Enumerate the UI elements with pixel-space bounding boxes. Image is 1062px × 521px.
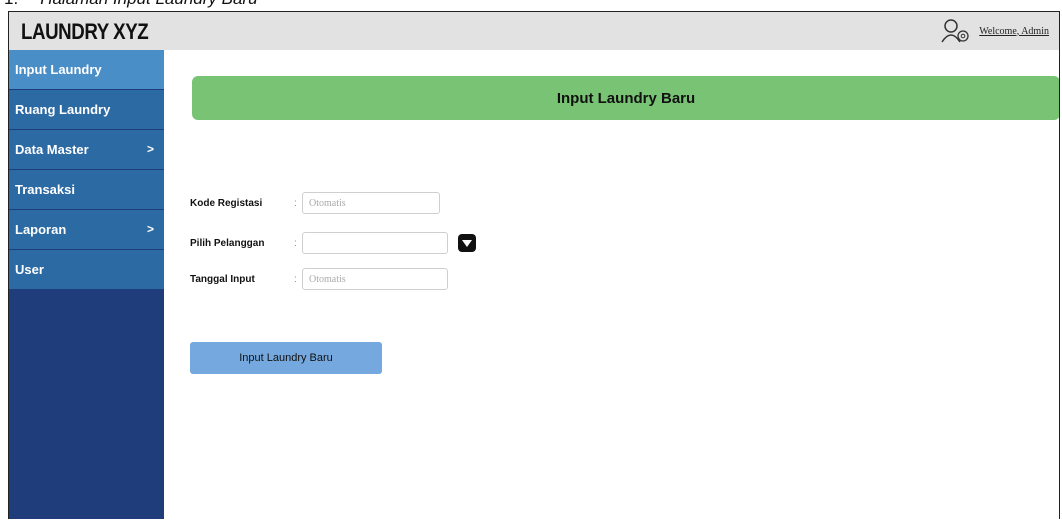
sidebar-item-laporan[interactable]: Laporan > xyxy=(9,210,164,250)
tanggal-input-label: Tanggal Input xyxy=(190,273,255,285)
form-row-tanggal: Tanggal Input : xyxy=(190,266,448,292)
main-content: Input Laundry Baru Kode Registasi : Pili… xyxy=(164,50,1059,519)
pilih-pelanggan-select[interactable] xyxy=(302,232,448,254)
caption-number: 1. xyxy=(4,0,18,8)
colon: : xyxy=(294,197,297,209)
pilih-pelanggan-label: Pilih Pelanggan xyxy=(190,237,265,249)
sidebar-item-label: User xyxy=(15,262,44,277)
sidebar-item-input-laundry[interactable]: Input Laundry xyxy=(9,50,164,90)
caption-text: Halaman Input Laundry Baru xyxy=(40,0,257,8)
kode-registasi-input[interactable] xyxy=(302,192,440,214)
top-bar: LAUNDRY XYZ Welcome, Admin xyxy=(9,12,1059,50)
sidebar-item-data-master[interactable]: Data Master > xyxy=(9,130,164,170)
chevron-right-icon: > xyxy=(146,222,154,236)
sidebar-item-label: Transaksi xyxy=(15,182,75,197)
brand-logo: LAUNDRY XYZ xyxy=(21,19,149,44)
sidebar-item-label: Ruang Laundry xyxy=(15,102,111,117)
user-area[interactable]: Welcome, Admin xyxy=(941,18,1049,44)
sidebar-item-label: Laporan xyxy=(15,222,67,237)
sidebar-item-ruang-laundry[interactable]: Ruang Laundry xyxy=(9,90,164,130)
sidebar-item-label: Data Master xyxy=(15,142,89,157)
sidebar: Input Laundry Ruang Laundry Data Master … xyxy=(9,50,164,519)
page-title: Input Laundry Baru xyxy=(556,89,696,107)
dropdown-toggle-button[interactable] xyxy=(458,234,476,252)
caret-down-icon xyxy=(462,239,472,247)
chevron-right-icon: > xyxy=(146,142,154,156)
colon: : xyxy=(294,273,297,285)
sidebar-item-user[interactable]: User xyxy=(9,250,164,290)
form-row-kode: Kode Registasi : xyxy=(190,190,440,216)
welcome-link[interactable]: Welcome, Admin xyxy=(979,26,1049,37)
user-settings-icon[interactable] xyxy=(941,18,971,44)
figure-caption: 1. Halaman Input Laundry Baru xyxy=(4,0,258,7)
sidebar-item-transaksi[interactable]: Transaksi xyxy=(9,170,164,210)
tanggal-input-field[interactable] xyxy=(302,268,448,290)
form-row-pelanggan: Pilih Pelanggan : xyxy=(190,230,476,256)
colon: : xyxy=(294,237,297,249)
kode-registasi-label: Kode Registasi xyxy=(190,197,263,209)
app-window: LAUNDRY XYZ Welcome, Admin Input Laundry… xyxy=(8,11,1060,519)
sidebar-item-label: Input Laundry xyxy=(15,62,102,77)
page-title-banner: Input Laundry Baru xyxy=(192,76,1059,120)
submit-button[interactable]: Input Laundry Baru xyxy=(190,342,382,374)
